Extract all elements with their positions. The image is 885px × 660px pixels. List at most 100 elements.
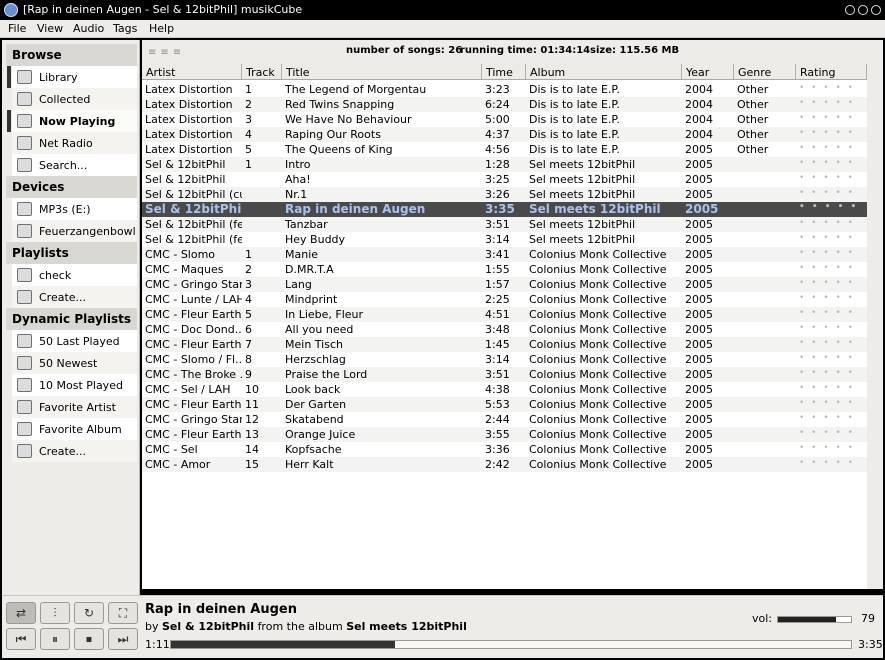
sidebar-item-50-newest[interactable]: 50 Newest bbox=[12, 352, 137, 374]
table-row[interactable]: CMC - Amor 15 Herr Kalt 2:42 Colonius Monk C… bbox=[142, 457, 867, 472]
rating-stars-icon[interactable]: • • • • • bbox=[796, 293, 867, 307]
visualizer-icon[interactable]: ⛶ bbox=[108, 602, 138, 624]
rating-stars-icon[interactable]: • • • • • bbox=[796, 443, 867, 457]
menu-help[interactable]: Help bbox=[149, 22, 174, 35]
view-toggle-icon[interactable]: ≡≡≡ bbox=[148, 47, 185, 58]
table-row[interactable]: Latex Distortion 2 Red Twins Snapping 6:24 D… bbox=[142, 97, 867, 112]
scrollbar-area[interactable] bbox=[867, 64, 883, 589]
table-row[interactable]: CMC - Gringo Star...12 Skatabend 2:44 Colon… bbox=[142, 412, 867, 427]
table-row[interactable]: CMC - Slomo 1 Manie 3:41 Colonius Monk Colle… bbox=[142, 247, 867, 262]
seek-bar[interactable] bbox=[170, 640, 852, 649]
table-row[interactable]: Sel & 12bitPhil 1 Intro 1:28 Sel meets 12bit… bbox=[142, 157, 867, 172]
stop-icon[interactable]: ⏹ bbox=[74, 628, 104, 650]
table-row[interactable]: Sel & 12bitPhil (fe... Hey Buddy 3:14 Sel m… bbox=[142, 232, 867, 247]
rating-stars-icon[interactable]: • • • • • bbox=[796, 202, 867, 216]
column-header-album[interactable]: Album bbox=[526, 64, 682, 80]
pause-icon[interactable]: ⏸ bbox=[40, 628, 70, 650]
rating-stars-icon[interactable]: • • • • • bbox=[796, 353, 867, 367]
table-row[interactable]: CMC - Doc Dond... 6 All you need 3:48 Coloni… bbox=[142, 322, 867, 337]
table-row[interactable]: CMC - The Broke ... 9 Praise the Lord 3:51 C… bbox=[142, 367, 867, 382]
sidebar-header-devices: Devices bbox=[6, 176, 137, 198]
table-row[interactable]: Latex Distortion 3 We Have No Behaviour 5:0… bbox=[142, 112, 867, 127]
sidebar-item-create[interactable]: Create... bbox=[12, 440, 137, 462]
rating-stars-icon[interactable]: • • • • • bbox=[796, 83, 867, 97]
menu-file[interactable]: File bbox=[8, 22, 26, 35]
table-row[interactable]: CMC - Fleur Earth... 5 In Liebe, Fleur 4:51… bbox=[142, 307, 867, 322]
rating-stars-icon[interactable]: • • • • • bbox=[796, 218, 867, 232]
rating-stars-icon[interactable]: • • • • • bbox=[796, 248, 867, 262]
table-row[interactable]: CMC - Maques 2 D.MR.T.A 1:55 Colonius Monk C… bbox=[142, 262, 867, 277]
table-row[interactable]: CMC - Gringo Starr 3 Lang 1:57 Colonius Monk… bbox=[142, 277, 867, 292]
table-row[interactable]: CMC - Sel 14 Kopfsache 3:36 Colonius Monk Co… bbox=[142, 442, 867, 457]
column-header-artist[interactable]: Artist bbox=[142, 64, 242, 80]
close-icon[interactable] bbox=[871, 5, 881, 15]
rating-stars-icon[interactable]: • • • • • bbox=[796, 98, 867, 112]
table-row[interactable]: Sel & 12bitPhil (cu... Nr.1 3:26 Sel meets … bbox=[142, 187, 867, 202]
volume-slider[interactable] bbox=[777, 616, 852, 623]
table-row[interactable]: Sel & 12bitPhil (fe... Tanzbar 3:51 Sel mee… bbox=[142, 217, 867, 232]
table-row[interactable]: Latex Distortion 4 Raping Our Roots 4:37 Dis… bbox=[142, 127, 867, 142]
table-row[interactable]: CMC - Fleur Earth... 7 Mein Tisch 1:45 Colon… bbox=[142, 337, 867, 352]
rating-stars-icon[interactable]: • • • • • bbox=[796, 413, 867, 427]
rating-stars-icon[interactable]: • • • • • bbox=[796, 323, 867, 337]
sidebar-item-collected[interactable]: Collected bbox=[12, 88, 137, 110]
rating-stars-icon[interactable]: • • • • • bbox=[796, 143, 867, 157]
table-row[interactable]: Sel & 12bitPhil Aha! 3:25 Sel meets 12bitPh… bbox=[142, 172, 867, 187]
title-cell: All you need bbox=[285, 323, 354, 336]
sidebar-item-now-playing[interactable]: Now Playing bbox=[12, 110, 137, 132]
sidebar-item-net-radio[interactable]: Net Radio bbox=[12, 132, 137, 154]
shuffle-icon[interactable]: ⇄ bbox=[6, 602, 36, 624]
rating-stars-icon[interactable]: • • • • • bbox=[796, 278, 867, 292]
menu-view[interactable]: View bbox=[37, 22, 63, 35]
rating-stars-icon[interactable]: • • • • • bbox=[796, 338, 867, 352]
sidebar-item-check[interactable]: check bbox=[12, 264, 137, 286]
table-row[interactable]: CMC - Fleur Earth 11 Der Garten 5:53 Coloniu… bbox=[142, 397, 867, 412]
previous-icon[interactable]: ⏮ bbox=[6, 628, 36, 650]
table-row[interactable]: CMC - Sel / LAH 10 Look back 4:38 Colonius M… bbox=[142, 382, 867, 397]
table-row[interactable]: Latex Distortion 1 The Legend of Morgentau… bbox=[142, 82, 867, 97]
rating-stars-icon[interactable]: • • • • • bbox=[796, 128, 867, 142]
rating-stars-icon[interactable]: • • • • • bbox=[796, 383, 867, 397]
sidebar-item-50-last-played[interactable]: 50 Last Played bbox=[12, 330, 137, 352]
column-header-time[interactable]: Time bbox=[482, 64, 526, 80]
table-row[interactable]: CMC - Lunte / LAH 4 Mindprint 2:25 Colonius … bbox=[142, 292, 867, 307]
time-cell: 3:14 bbox=[485, 353, 510, 366]
column-header-title[interactable]: Title bbox=[282, 64, 482, 80]
table-row[interactable]: CMC - Slomo / Fl... 8 Herzschlag 3:14 Coloni… bbox=[142, 352, 867, 367]
title-cell: Aha! bbox=[285, 173, 311, 186]
column-header-year[interactable]: Year bbox=[682, 64, 734, 80]
sidebar-item-favorite-album[interactable]: Favorite Album bbox=[12, 418, 137, 440]
sidebar-item-feuerzangenbowl[interactable]: Feuerzangenbowl... bbox=[12, 220, 137, 242]
maximize-icon[interactable] bbox=[858, 5, 868, 15]
sidebar-item-favorite-artist[interactable]: Favorite Artist bbox=[12, 396, 137, 418]
rating-stars-icon[interactable]: • • • • • bbox=[796, 398, 867, 412]
rating-stars-icon[interactable]: • • • • • bbox=[796, 113, 867, 127]
table-row[interactable]: Latex Distortion 5 The Queens of King 4:56 D… bbox=[142, 142, 867, 157]
rating-stars-icon[interactable]: • • • • • bbox=[796, 263, 867, 277]
sidebar-item-search[interactable]: Search... bbox=[12, 154, 137, 176]
next-icon[interactable]: ⏭ bbox=[108, 628, 138, 650]
sidebar-item-library[interactable]: Library bbox=[12, 66, 137, 88]
rating-stars-icon[interactable]: • • • • • bbox=[796, 173, 867, 187]
repeat-icon[interactable]: ↻ bbox=[74, 602, 104, 624]
table-row-now-playing[interactable]: Sel & 12bitPhil Rap in deinen Augen 3:35 Se… bbox=[142, 202, 867, 217]
sidebar-item-10-most-played[interactable]: 10 Most Played bbox=[12, 374, 137, 396]
menu-tags[interactable]: Tags bbox=[113, 22, 137, 35]
rating-stars-icon[interactable]: • • • • • bbox=[796, 368, 867, 382]
table-row[interactable]: CMC - Fleur Earth... 13 Orange Juice 3:55 Co… bbox=[142, 427, 867, 442]
track-list[interactable]: Artist Track Title Time Album Year Genre Rating… bbox=[142, 64, 867, 589]
column-header-genre[interactable]: Genre bbox=[734, 64, 796, 80]
equalizer-icon[interactable]: ⫶ bbox=[40, 602, 70, 624]
rating-stars-icon[interactable]: • • • • • bbox=[796, 428, 867, 442]
menu-audio[interactable]: Audio bbox=[73, 22, 104, 35]
column-header-rating[interactable]: Rating bbox=[796, 64, 867, 80]
sidebar-item-mp3s-e[interactable]: MP3s (E:) bbox=[12, 198, 137, 220]
rating-stars-icon[interactable]: • • • • • bbox=[796, 233, 867, 247]
column-header-track[interactable]: Track bbox=[242, 64, 282, 80]
sidebar-item-create[interactable]: Create... bbox=[12, 286, 137, 308]
rating-stars-icon[interactable]: • • • • • bbox=[796, 458, 867, 472]
minimize-icon[interactable] bbox=[845, 5, 855, 15]
rating-stars-icon[interactable]: • • • • • bbox=[796, 158, 867, 172]
rating-stars-icon[interactable]: • • • • • bbox=[796, 188, 867, 202]
rating-stars-icon[interactable]: • • • • • bbox=[796, 308, 867, 322]
